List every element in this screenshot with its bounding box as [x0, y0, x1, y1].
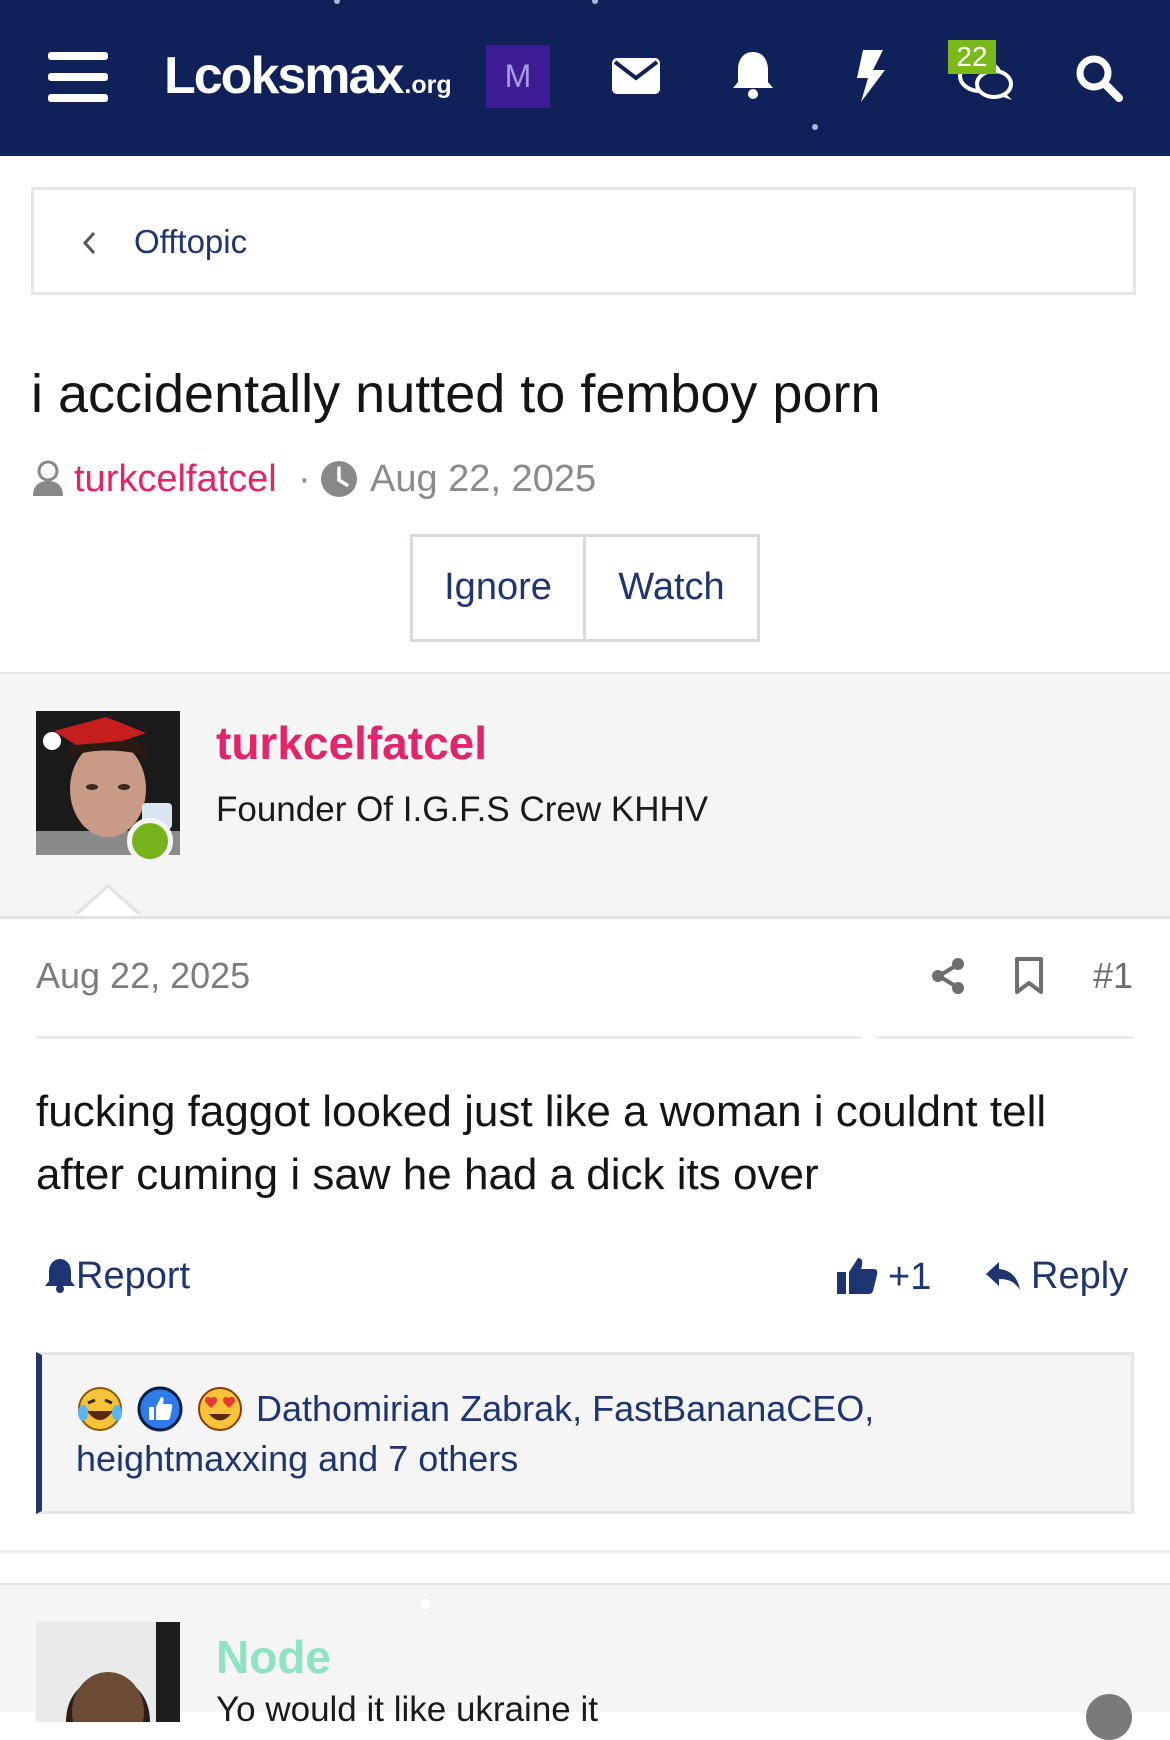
envelope-icon[interactable]	[612, 58, 660, 94]
thread-title: i accidentally nutted to femboy porn	[31, 364, 881, 424]
thread-action-buttons: Ignore Watch	[410, 534, 760, 642]
chevron-left-icon	[82, 231, 96, 255]
bell-icon[interactable]	[731, 50, 775, 100]
like-count: +1	[888, 1256, 932, 1298]
post-number-link[interactable]: #1	[1093, 955, 1133, 997]
report-label: Report	[76, 1255, 191, 1297]
site-logo[interactable]: Lcoksmax.org	[164, 46, 452, 106]
share-icon[interactable]	[931, 957, 965, 995]
like-button[interactable]: +1	[836, 1255, 931, 1299]
report-button[interactable]: Report	[44, 1255, 190, 1298]
snow-dot	[334, 0, 340, 4]
search-icon[interactable]	[1075, 54, 1123, 102]
thumbs-up-icon	[837, 1258, 878, 1294]
post-body-line: fucking faggot looked just like a woman …	[36, 1087, 1047, 1136]
user-icon	[33, 460, 63, 496]
post-username[interactable]: Node	[216, 1630, 331, 1684]
reply-button[interactable]: Reply	[985, 1255, 1128, 1298]
logo-text: Lcoksmax	[164, 47, 404, 105]
meta-separator: ·	[298, 458, 311, 500]
post-username[interactable]: turkcelfatcel	[216, 716, 487, 770]
breadcrumb-link-offtopic[interactable]: Offtopic	[134, 223, 247, 261]
breadcrumb[interactable]: Offtopic	[31, 187, 1136, 295]
reply-label: Reply	[1031, 1255, 1129, 1297]
divider	[36, 1036, 862, 1039]
user-title: Yo would it like ukraine it	[216, 1690, 598, 1729]
watch-button[interactable]: Watch	[583, 534, 760, 642]
bookmark-icon[interactable]	[1014, 957, 1044, 995]
post-body-line: after cuming i saw he had a dick its ove…	[36, 1150, 819, 1199]
ignore-button[interactable]: Ignore	[410, 534, 586, 642]
profile-avatar-button[interactable]: M	[486, 45, 550, 108]
thread-author-link[interactable]: turkcelfatcel	[74, 458, 277, 501]
snow-dot	[812, 124, 818, 130]
logo-tld: .org	[404, 71, 452, 99]
post-date[interactable]: Aug 22, 2025	[36, 955, 250, 997]
scroll-top-button[interactable]	[1086, 1694, 1132, 1740]
user-title: Founder Of I.G.F.S Crew KHHV	[216, 790, 709, 829]
snow-dot	[420, 1599, 430, 1609]
avatar[interactable]	[36, 1622, 180, 1722]
conversations-count-badge: 22	[948, 40, 996, 74]
divider	[0, 1550, 1170, 1553]
thread-date[interactable]: Aug 22, 2025	[370, 458, 596, 501]
bell-icon	[45, 1259, 75, 1293]
user-block-arrow-fill	[77, 888, 139, 916]
reply-arrow-icon	[986, 1262, 1020, 1290]
reactions-text[interactable]: Dathomirian Zabrak, FastBananaCEO, heigh…	[76, 1384, 1096, 1484]
reactions-bar[interactable]: Dathomirian Zabrak, FastBananaCEO, heigh…	[36, 1352, 1134, 1514]
top-nav-bar: Lcoksmax.org M 22	[0, 0, 1170, 156]
bolt-icon[interactable]	[855, 50, 887, 102]
online-status-indicator	[127, 818, 173, 864]
divider	[875, 1036, 1134, 1039]
post-body: fucking faggot looked just like a woman …	[36, 1080, 1136, 1206]
menu-icon[interactable]	[48, 52, 108, 102]
clock-icon	[321, 461, 357, 497]
snow-dot	[592, 0, 598, 4]
avatar-image	[36, 1622, 180, 1722]
